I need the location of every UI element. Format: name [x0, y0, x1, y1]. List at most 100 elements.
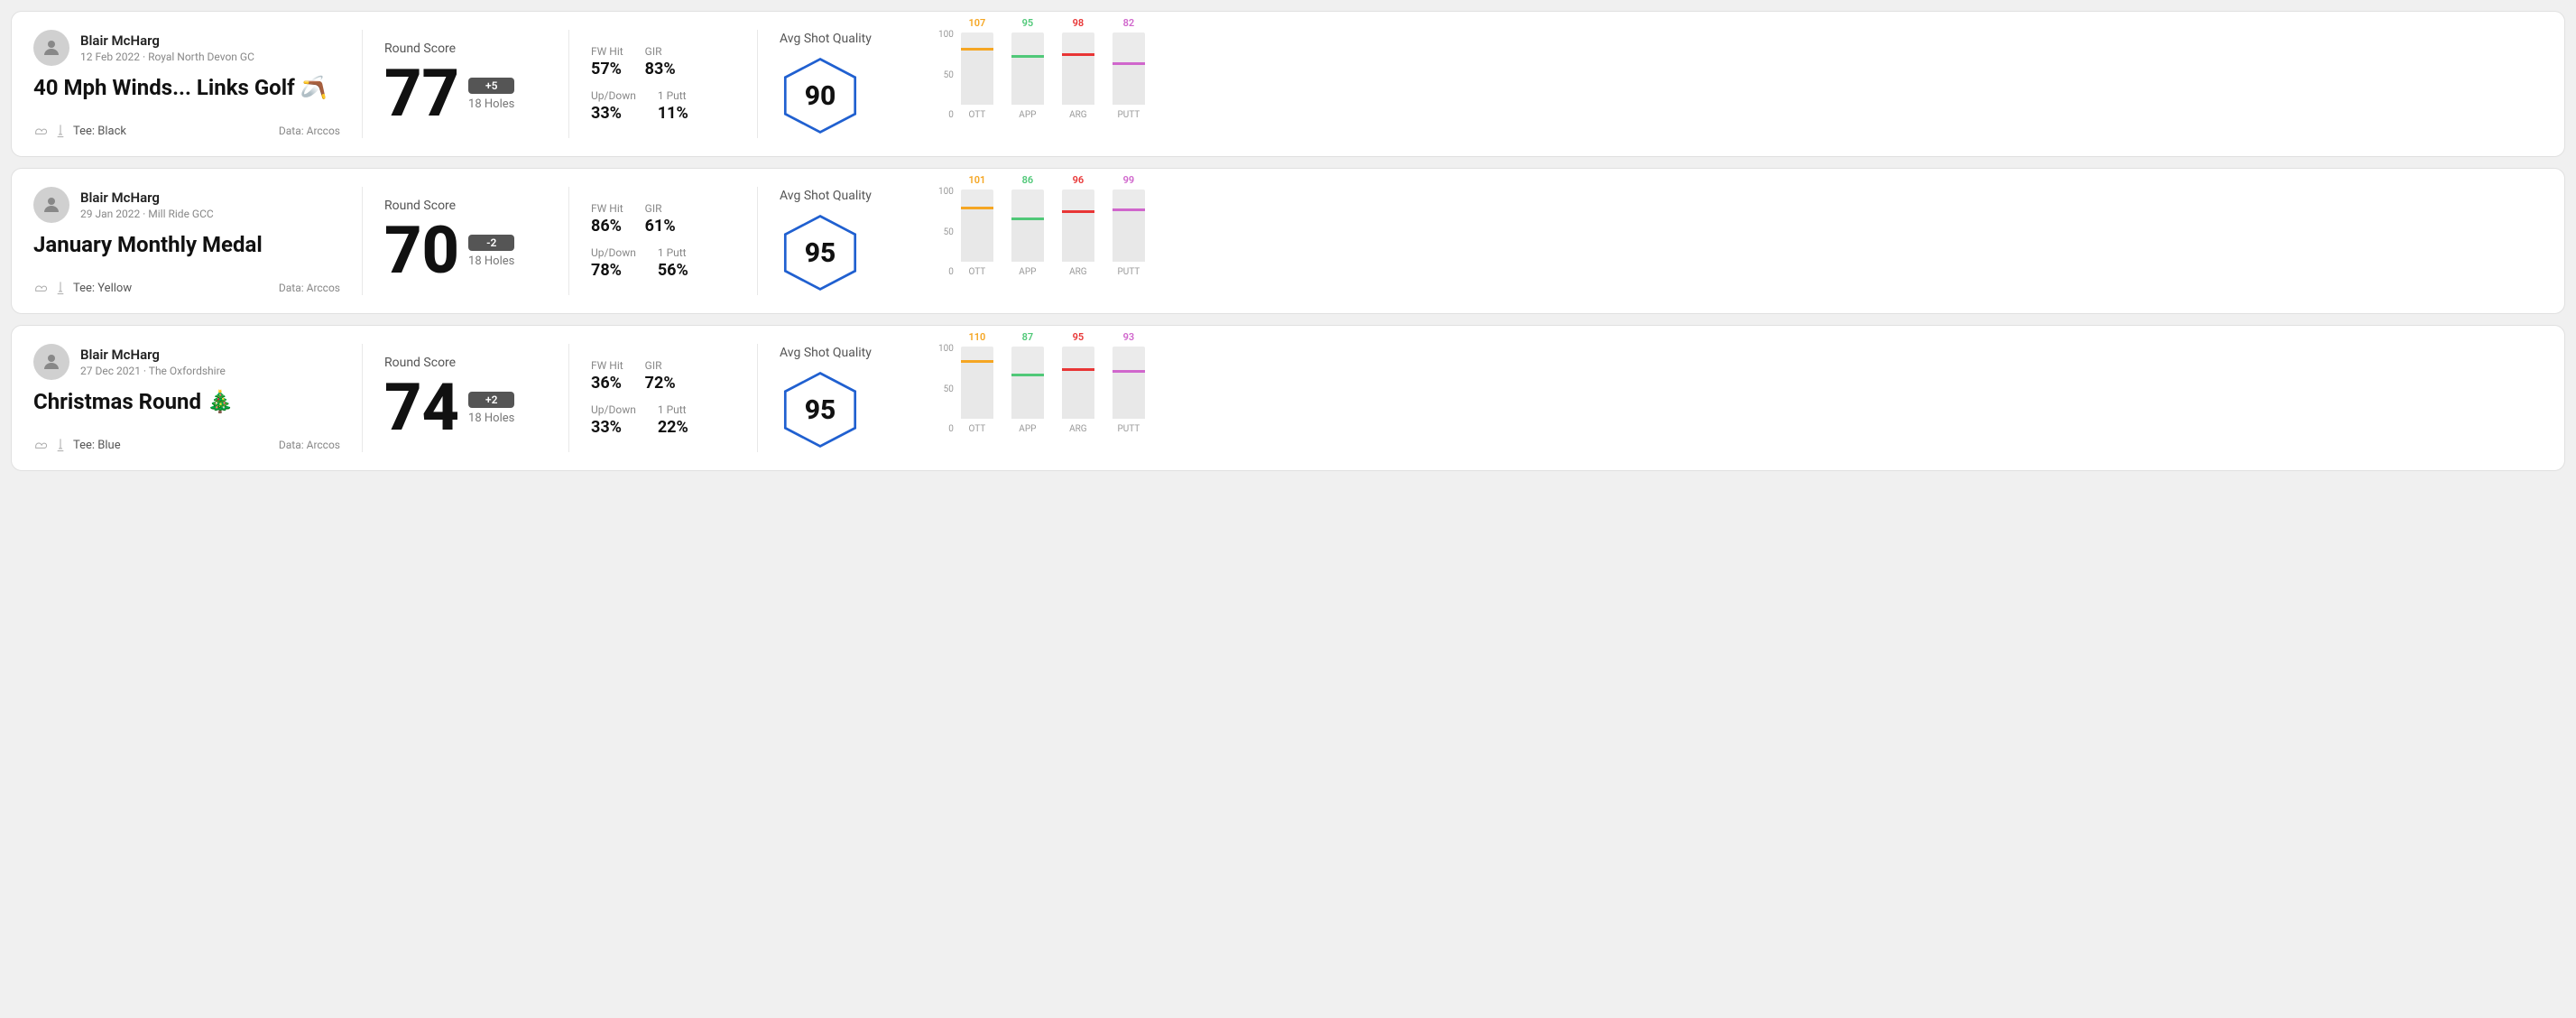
- stats-row-top: FW Hit 57% GIR 83%: [591, 45, 735, 79]
- section-divider-2: [568, 187, 569, 295]
- quality-section: Avg Shot Quality 95: [780, 344, 924, 452]
- fw-hit-label: FW Hit: [591, 202, 623, 215]
- oneputt-stat: 1 Putt 56%: [658, 246, 688, 280]
- user-name: Blair McHarg: [80, 32, 254, 49]
- chart-bar-group: 86 APP: [1011, 174, 1044, 277]
- tee-info: Tee: Blue: [33, 438, 121, 452]
- fw-hit-stat: FW Hit 57%: [591, 45, 623, 79]
- y-label-50: 50: [938, 384, 954, 394]
- tee-label: Tee: Blue: [73, 439, 121, 452]
- tee-label: Tee: Yellow: [73, 282, 132, 295]
- bar-value: 110: [968, 331, 985, 343]
- bar-label: PUTT: [1117, 110, 1140, 120]
- bar-fill: [1062, 56, 1094, 105]
- user-name: Blair McHarg: [80, 347, 226, 363]
- quality-score: 90: [805, 80, 836, 112]
- quality-label: Avg Shot Quality: [780, 32, 872, 46]
- bar-label: OTT: [968, 267, 985, 277]
- bar-value: 95: [1073, 331, 1085, 343]
- round-card-1: Blair McHarg 12 Feb 2022 · Royal North D…: [11, 11, 2565, 157]
- oneputt-stat: 1 Putt 22%: [658, 403, 688, 437]
- left-section: Blair McHarg 29 Jan 2022 · Mill Ride GCC…: [33, 187, 340, 295]
- bar-fill: [961, 209, 993, 262]
- updown-label: Up/Down: [591, 246, 636, 259]
- golf-icon: [53, 124, 68, 138]
- hexagon-container: 95: [780, 212, 861, 293]
- score-badge-info: +2 18 Holes: [468, 392, 514, 425]
- holes-text: 18 Holes: [468, 412, 514, 425]
- score-label: Round Score: [384, 42, 547, 56]
- bottom-row: Tee: Blue Data: Arccos: [33, 438, 340, 452]
- user-info: Blair McHarg 29 Jan 2022 · Mill Ride GCC: [33, 187, 340, 223]
- score-badge-info: -2 18 Holes: [468, 235, 514, 268]
- y-label-100: 100: [938, 30, 954, 40]
- round-title: Christmas Round 🎄: [33, 389, 340, 415]
- round-title: January Monthly Medal: [33, 232, 340, 258]
- bar-fill: [1062, 371, 1094, 419]
- bar-label: APP: [1019, 110, 1036, 120]
- updown-stat: Up/Down 78%: [591, 246, 636, 280]
- bar-wrapper: [1062, 190, 1094, 262]
- gir-value: 61%: [645, 217, 676, 236]
- section-divider: [362, 187, 363, 295]
- bar-fill: [1011, 58, 1044, 105]
- quality-score: 95: [805, 394, 836, 426]
- holes-text: 18 Holes: [468, 97, 514, 111]
- user-icon: [41, 351, 62, 373]
- round-card-2: Blair McHarg 29 Jan 2022 · Mill Ride GCC…: [11, 168, 2565, 314]
- oneputt-value: 11%: [658, 104, 688, 123]
- bar-line: [1062, 368, 1094, 371]
- score-number: 70: [384, 218, 459, 283]
- gir-value: 83%: [645, 60, 676, 79]
- oneputt-value: 22%: [658, 418, 688, 437]
- gir-stat: GIR 61%: [645, 202, 676, 236]
- updown-label: Up/Down: [591, 89, 636, 102]
- chart-y-axis: 100 50 0: [938, 187, 954, 277]
- score-label: Round Score: [384, 199, 547, 213]
- bar-line: [1011, 55, 1044, 58]
- bar-value: 99: [1123, 174, 1135, 186]
- bar-wrapper: [1113, 32, 1145, 105]
- user-date: 29 Jan 2022 · Mill Ride GCC: [80, 208, 214, 220]
- bar-line: [1062, 210, 1094, 213]
- user-name: Blair McHarg: [80, 190, 214, 206]
- bar-label: OTT: [968, 424, 985, 434]
- bar-fill: [1011, 376, 1044, 419]
- data-source: Data: Arccos: [279, 125, 340, 137]
- score-badge: +2: [468, 392, 514, 408]
- user-icon: [41, 37, 62, 59]
- bar-fill: [1113, 211, 1145, 262]
- gir-stat: GIR 83%: [645, 45, 676, 79]
- chart-section: 100 50 0 101 OTT 86 APP: [924, 187, 2543, 295]
- fw-hit-label: FW Hit: [591, 359, 623, 372]
- bar-value: 82: [1123, 17, 1135, 29]
- bar-label: ARG: [1069, 110, 1087, 120]
- left-section: Blair McHarg 27 Dec 2021 · The Oxfordshi…: [33, 344, 340, 452]
- bottom-row: Tee: Yellow Data: Arccos: [33, 281, 340, 295]
- stats-row-bottom: Up/Down 33% 1 Putt 22%: [591, 403, 735, 437]
- holes-text: 18 Holes: [468, 255, 514, 268]
- hexagon: 95: [780, 212, 861, 293]
- bar-fill: [961, 51, 993, 105]
- score-row: 70 -2 18 Holes: [384, 218, 547, 283]
- quality-label: Avg Shot Quality: [780, 189, 872, 203]
- weather-icon: [33, 281, 48, 295]
- bar-wrapper: [1011, 190, 1044, 262]
- quality-section: Avg Shot Quality 90: [780, 30, 924, 138]
- stats-row-top: FW Hit 36% GIR 72%: [591, 359, 735, 393]
- hexagon: 90: [780, 55, 861, 136]
- tee-info: Tee: Black: [33, 124, 126, 138]
- gir-label: GIR: [645, 45, 676, 58]
- oneputt-label: 1 Putt: [658, 403, 688, 416]
- fw-hit-stat: FW Hit 86%: [591, 202, 623, 236]
- updown-stat: Up/Down 33%: [591, 89, 636, 123]
- bar-chart: 110 OTT 87 APP 95 ARG 93: [961, 344, 2543, 452]
- gir-label: GIR: [645, 359, 676, 372]
- bar-line: [1113, 62, 1145, 65]
- golf-icon: [53, 438, 68, 452]
- oneputt-value: 56%: [658, 261, 688, 280]
- user-info: Blair McHarg 12 Feb 2022 · Royal North D…: [33, 30, 340, 66]
- score-label: Round Score: [384, 356, 547, 370]
- bar-value: 101: [968, 174, 985, 186]
- stats-row-bottom: Up/Down 78% 1 Putt 56%: [591, 246, 735, 280]
